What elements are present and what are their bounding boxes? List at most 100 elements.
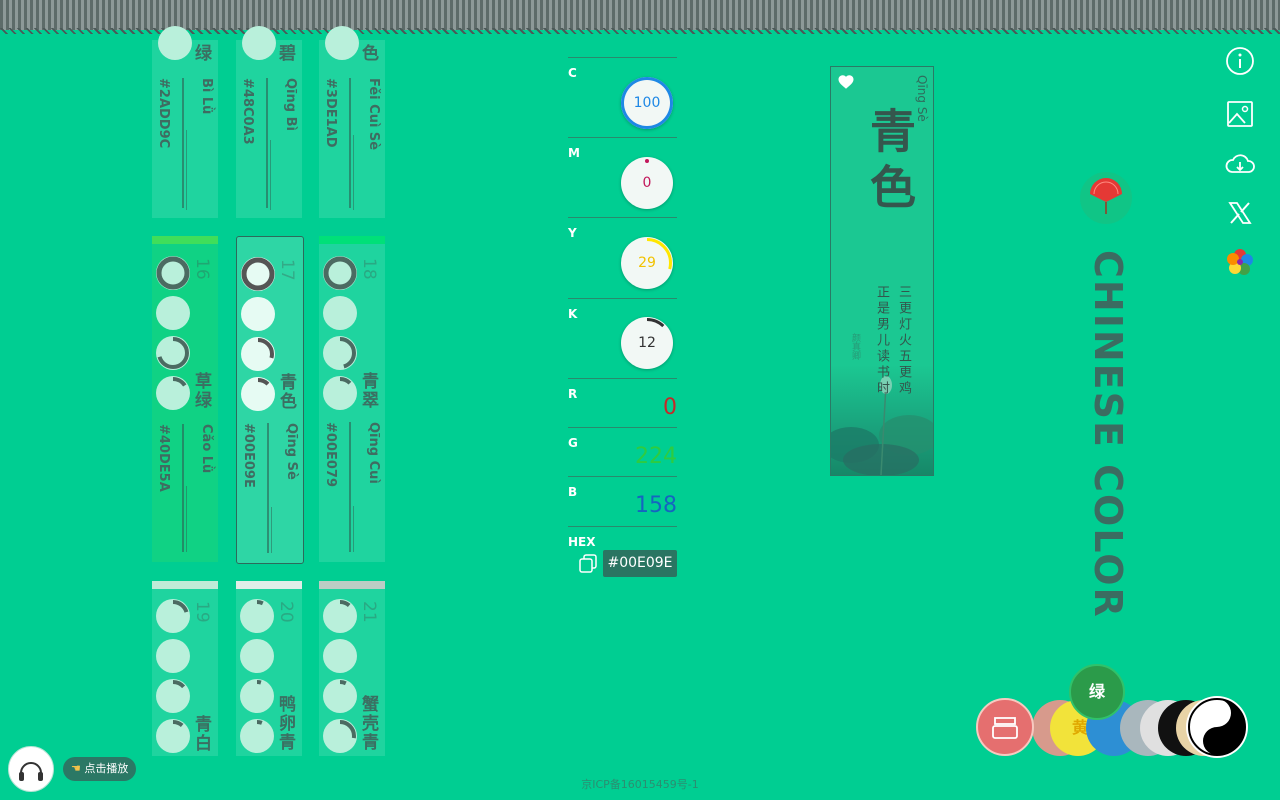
cmyk-m-row: M 0: [568, 137, 677, 218]
color-bar: [319, 236, 385, 244]
m-ring-icon: [323, 639, 357, 673]
color-bar: [236, 581, 302, 589]
color-card[interactable]: 色 #3DE1AD Fěi Cuì Sè: [319, 26, 385, 218]
hex-value[interactable]: #00E09E: [603, 550, 677, 577]
cmyk-c-row: C 100: [568, 57, 677, 138]
c-label: C: [568, 66, 577, 80]
divider: [186, 130, 187, 210]
color-number: 20: [276, 601, 296, 623]
ring-icon: [242, 26, 276, 60]
divider: [271, 507, 272, 553]
color-card[interactable]: 绿 #2ADD9C Bì Lǜ: [152, 26, 218, 218]
color-card-yaluanqing[interactable]: 20 鸭卵青: [236, 581, 302, 756]
divider: [353, 506, 354, 552]
r-label: R: [568, 387, 578, 401]
color-bar: [152, 236, 218, 244]
divider: [353, 135, 354, 210]
k-label: K: [568, 307, 578, 321]
color-card-caolv[interactable]: 16 草绿 #40DE5A Cǎo Lǜ: [152, 236, 218, 562]
poem-author: 颜真卿: [850, 333, 860, 360]
cloud-download-icon[interactable]: [1222, 146, 1258, 182]
c-ring-icon: [156, 599, 190, 633]
y-value: 29: [638, 255, 656, 271]
m-ring-icon: [156, 296, 190, 330]
m-ring-icon: [241, 297, 275, 331]
divider: [182, 78, 184, 208]
info-icon[interactable]: [1222, 43, 1258, 79]
pinwheel-icon[interactable]: [1222, 244, 1258, 280]
y-ring-icon: [156, 336, 190, 370]
color-bar: [152, 581, 218, 589]
color-bar: [319, 581, 385, 589]
k-dial: 12: [621, 317, 673, 369]
k-ring-icon: [323, 376, 357, 410]
color-card-qingse[interactable]: 17 青色 #00E09E Qīng Sè: [236, 236, 304, 564]
y-label: Y: [568, 226, 577, 240]
color-name: 鸭卵青: [275, 695, 295, 752]
y-ring-icon: [323, 679, 357, 713]
poem-line-1: 三更灯火五更鸡: [896, 285, 911, 397]
k-ring-icon: [156, 376, 190, 410]
poem-card: Qīng Sè 青色 三更灯火五更鸡 正是男儿读书时 颜真卿: [830, 66, 934, 476]
copy-icon[interactable]: [578, 553, 598, 573]
image-icon[interactable]: [1222, 96, 1258, 132]
color-number: 18: [359, 258, 379, 280]
color-hex: #2ADD9C: [156, 78, 171, 149]
k-ring-icon: [156, 719, 190, 753]
m-label: M: [568, 146, 580, 160]
r-value: 0: [663, 395, 677, 420]
divider: [267, 423, 269, 553]
play-label: 点击播放: [84, 762, 129, 775]
divider: [182, 424, 184, 552]
g-label: G: [568, 436, 578, 450]
color-pinyin: Cǎo Lǜ: [199, 424, 214, 474]
y-ring-icon: [241, 337, 275, 371]
divider: [270, 140, 271, 210]
c-ring-icon: [323, 256, 357, 290]
color-hex: #00E09E: [241, 423, 256, 488]
y-ring-icon: [156, 679, 190, 713]
poem-title: 青色: [863, 107, 917, 219]
color-number: 17: [277, 259, 297, 281]
rgb-b-row: B 158: [568, 476, 677, 526]
color-card-qingbai[interactable]: 19 青白: [152, 581, 218, 756]
color-pinyin: Qīng Sè: [284, 423, 299, 480]
color-name: 色: [358, 44, 378, 63]
g-value: 224: [635, 444, 677, 469]
y-ring-icon: [323, 336, 357, 370]
color-name: 草绿: [191, 372, 211, 410]
color-card[interactable]: 碧 #48C0A3 Qīng Bì: [236, 26, 302, 218]
divider: [349, 78, 351, 208]
k-ring-icon: [240, 719, 274, 753]
c-ring-icon: [323, 599, 357, 633]
rgb-g-row: G 224: [568, 427, 677, 477]
active-palette-button[interactable]: 绿: [1069, 664, 1125, 720]
color-name: 蟹壳青: [358, 695, 378, 752]
color-hex: #3DE1AD: [323, 78, 338, 148]
fan-icon: [1080, 172, 1132, 224]
color-card-qingcui[interactable]: 18 青翠 #00E079 Qīng Cuì: [319, 236, 385, 562]
jar-icon[interactable]: [976, 698, 1034, 756]
color-pinyin: Qīng Cuì: [366, 422, 381, 484]
ring-icon: [325, 26, 359, 60]
k-value: 12: [638, 335, 656, 351]
heart-icon[interactable]: [837, 73, 855, 91]
cmyk-y-row: Y 29: [568, 217, 677, 299]
color-pinyin: Fěi Cuì Sè: [366, 78, 381, 151]
icp-footer[interactable]: 京ICP备16015459号-1: [0, 776, 1280, 792]
m-value: 0: [642, 175, 652, 191]
pointing-hand-icon: ☚: [71, 762, 81, 775]
x-logo-icon[interactable]: [1222, 195, 1258, 231]
hex-label: HEX: [568, 535, 596, 549]
cmyk-k-row: K 12: [568, 298, 677, 379]
c-dial: 100: [621, 77, 673, 129]
b-value: 158: [635, 493, 677, 518]
divider: [186, 486, 187, 552]
yin-yang-icon[interactable]: [1186, 696, 1248, 758]
color-card-xiekeqing[interactable]: 21 蟹壳青: [319, 581, 385, 756]
k-ring-icon: [323, 719, 357, 753]
color-name: 青翠: [358, 372, 378, 410]
b-label: B: [568, 485, 578, 499]
hex-row: HEX #00E09E: [568, 526, 677, 579]
color-name: 碧: [275, 44, 295, 63]
